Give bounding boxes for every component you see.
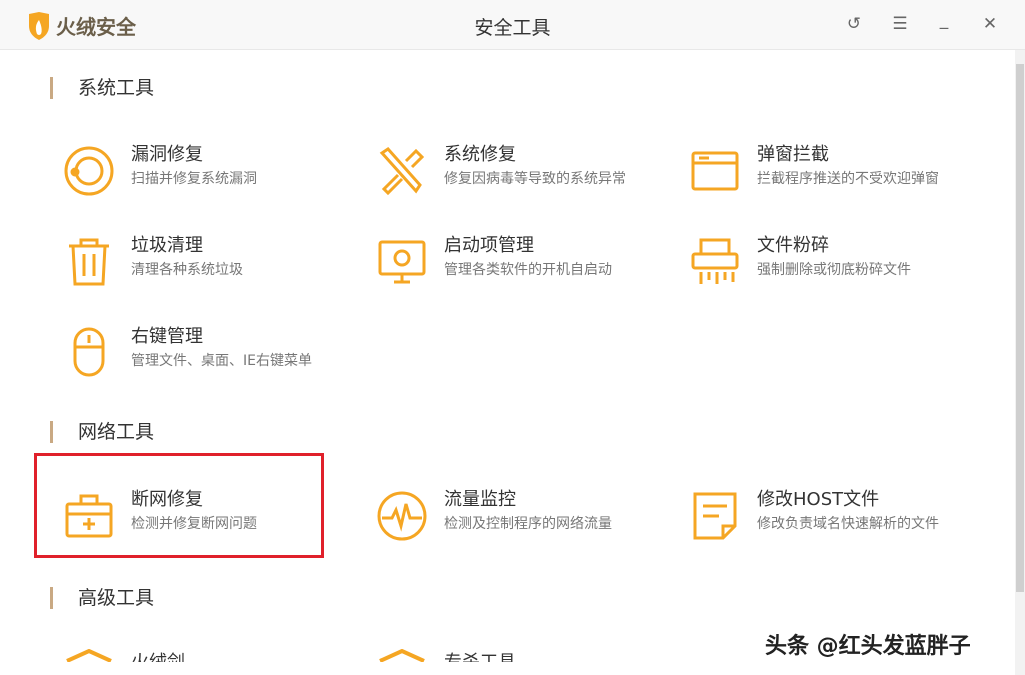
window-icon — [689, 145, 741, 197]
tool-special-kill[interactable]: 专杀工具 — [376, 645, 676, 662]
tool-edit-hosts[interactable]: 修改HOST文件 修改负责域名快速解析的文件 — [689, 485, 989, 545]
minimize-button[interactable]: _ — [933, 10, 955, 30]
back-button[interactable]: ↺ — [843, 14, 865, 34]
title-bar: 火绒安全 安全工具 ↺ ☰ _ ✕ — [0, 0, 1025, 50]
pulse-icon — [376, 490, 428, 542]
shield-icon — [63, 649, 115, 662]
tool-huorong-sword[interactable]: 火绒剑 — [63, 645, 363, 662]
app-name: 火绒安全 — [56, 11, 136, 40]
section-network-tools: 网络工具 — [50, 421, 154, 443]
mouse-icon — [63, 327, 115, 379]
section-advanced-tools: 高级工具 — [50, 587, 154, 609]
shredder-icon — [689, 236, 741, 288]
document-icon — [689, 490, 741, 542]
flame-shield-icon — [28, 12, 50, 40]
app-logo: 火绒安全 — [28, 11, 136, 40]
close-button[interactable]: ✕ — [979, 14, 1001, 34]
tool-system-repair[interactable]: 系统修复 修复因病毒等导致的系统异常 — [376, 140, 676, 200]
section-system-tools: 系统工具 — [50, 77, 154, 99]
trash-icon — [63, 236, 115, 288]
shield-icon — [376, 649, 428, 662]
scrollbar-thumb[interactable] — [1016, 64, 1024, 592]
tool-startup-manager[interactable]: 启动项管理 管理各类软件的开机自启动 — [376, 231, 676, 291]
tool-vulnerability-fix[interactable]: 漏洞修复 扫描并修复系统漏洞 — [63, 140, 363, 200]
tool-junk-clean[interactable]: 垃圾清理 清理各种系统垃圾 — [63, 231, 363, 291]
menu-button[interactable]: ☰ — [889, 14, 911, 34]
window-title: 安全工具 — [0, 13, 1025, 40]
monitor-icon — [376, 236, 428, 288]
scrollbar[interactable] — [1015, 50, 1025, 675]
tools-icon — [376, 145, 428, 197]
tool-traffic-monitor[interactable]: 流量监控 检测及控制程序的网络流量 — [376, 485, 676, 545]
highlight-box — [34, 453, 324, 558]
tool-context-menu[interactable]: 右键管理 管理文件、桌面、IE右键菜单 — [63, 322, 363, 382]
tool-popup-block[interactable]: 弹窗拦截 拦截程序推送的不受欢迎弹窗 — [689, 140, 989, 200]
watermark: 头条 @红头发蓝胖子 — [765, 628, 971, 660]
lifebuoy-icon — [63, 145, 115, 197]
tool-file-shredder[interactable]: 文件粉碎 强制删除或彻底粉碎文件 — [689, 231, 989, 291]
